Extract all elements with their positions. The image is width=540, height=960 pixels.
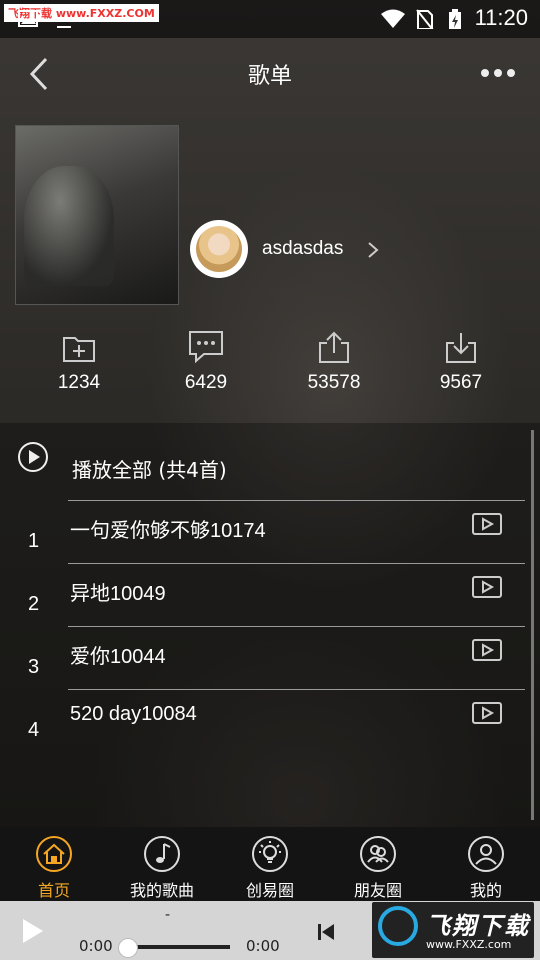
- current-time: 0:00: [79, 937, 113, 955]
- username[interactable]: asdasdas: [262, 238, 343, 260]
- bottom-tab-bar: 首页 我的歌曲 创易圈 朋友圈 我的: [0, 827, 540, 901]
- add-folder-icon: [63, 337, 95, 362]
- song-index: 1: [28, 530, 40, 552]
- tab-label: 我的: [469, 881, 502, 900]
- music-note-icon: [144, 836, 180, 872]
- home-icon: [36, 836, 72, 872]
- song-index: 4: [28, 719, 40, 741]
- more-dots-icon[interactable]: [480, 66, 516, 80]
- watermark-logo: 飞翔下载 www.FXXZ.com: [372, 902, 534, 958]
- play-icon[interactable]: [21, 918, 45, 944]
- user-icon: [468, 836, 504, 872]
- previous-track-icon[interactable]: [317, 922, 335, 942]
- download-button[interactable]: 9567: [406, 330, 516, 394]
- avatar[interactable]: [190, 220, 248, 278]
- song-index: 3: [28, 656, 40, 678]
- play-all-button[interactable]: 播放全部 (共4首): [72, 454, 227, 483]
- song-row[interactable]: 4 520 day10084: [0, 689, 540, 752]
- tab-my-songs[interactable]: 我的歌曲: [108, 835, 216, 901]
- video-play-icon[interactable]: [472, 702, 502, 724]
- now-playing-title: -: [165, 907, 171, 923]
- video-play-icon[interactable]: [472, 576, 502, 598]
- status-bar: 飞翔下载 www.FXXZ.COM 11:20: [0, 0, 540, 38]
- song-row[interactable]: 1 一句爱你够不够10174: [0, 500, 540, 563]
- share-icon: [319, 331, 349, 363]
- download-icon: [446, 333, 476, 363]
- playlist-cover: [15, 125, 179, 305]
- song-row[interactable]: 3 爱你10044: [0, 626, 540, 689]
- friends-icon: [360, 836, 396, 872]
- image-icon: [18, 10, 38, 27]
- song-row[interactable]: 2 异地10049: [0, 563, 540, 626]
- tab-me[interactable]: 我的: [432, 835, 540, 901]
- add-to-collection-button[interactable]: 1234: [24, 330, 134, 394]
- comment-icon: [189, 331, 223, 364]
- tab-label: 朋友圈: [353, 881, 402, 900]
- comment-count: 6429: [184, 372, 228, 393]
- total-time: 0:00: [246, 937, 280, 955]
- page-title: 歌单: [247, 64, 292, 89]
- song-name: 520 day10084: [70, 703, 197, 725]
- video-play-icon[interactable]: [472, 639, 502, 661]
- download-icon: [57, 26, 71, 28]
- tab-friends[interactable]: 朋友圈: [324, 835, 432, 901]
- download-count: 9567: [439, 372, 483, 393]
- song-index: 2: [28, 593, 40, 615]
- tab-home[interactable]: 首页: [0, 835, 108, 901]
- tab-creative-circle[interactable]: 创易圈: [216, 835, 324, 901]
- progress-knob[interactable]: [118, 938, 138, 958]
- battery-charging-icon: [449, 9, 461, 29]
- share-count: 53578: [307, 372, 361, 393]
- share-button[interactable]: 53578: [279, 330, 389, 394]
- video-play-icon[interactable]: [472, 513, 502, 535]
- play-circle-icon[interactable]: [17, 441, 49, 473]
- status-time: 11:20: [474, 5, 528, 30]
- collect-count: 1234: [57, 372, 101, 393]
- comment-button[interactable]: 6429: [151, 330, 261, 394]
- tab-label: 我的歌曲: [129, 881, 194, 900]
- song-name: 异地10049: [70, 583, 166, 605]
- tab-label: 创易圈: [245, 881, 294, 900]
- no-sim-icon: [416, 9, 434, 29]
- song-name: 爱你10044: [70, 646, 166, 668]
- bulb-icon: [252, 836, 288, 872]
- tab-label: 首页: [37, 881, 70, 900]
- chevron-right-icon[interactable]: [366, 240, 380, 260]
- wifi-icon: [381, 9, 405, 28]
- song-name: 一句爱你够不够10174: [70, 520, 266, 542]
